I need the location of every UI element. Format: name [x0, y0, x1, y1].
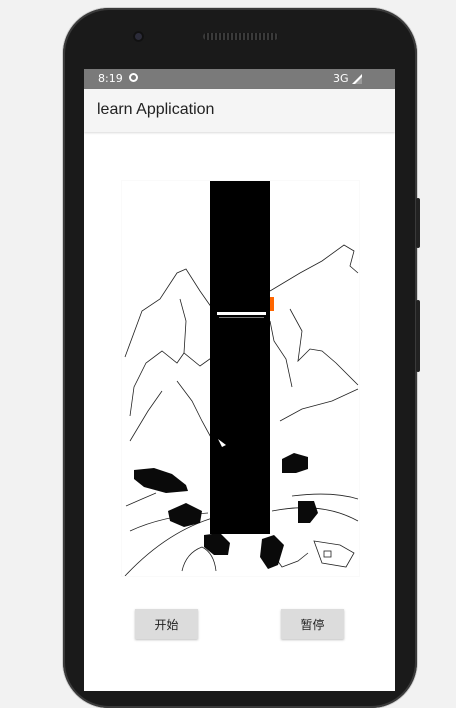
- rock: [298, 501, 318, 523]
- device-screen: 8:19 3G learn Application 开始 暂停: [84, 69, 395, 691]
- status-time: 8:19: [98, 72, 123, 85]
- app-notification-icon: [129, 73, 138, 82]
- mountain-outline: [124, 268, 215, 358]
- marker-indicator: [270, 297, 274, 311]
- mountain-outline: [179, 298, 187, 354]
- mountain-outline: [125, 492, 157, 507]
- network-type: 3G: [333, 72, 349, 85]
- ink-painting-scene: [124, 181, 359, 577]
- rock: [282, 453, 308, 473]
- rock: [260, 535, 284, 569]
- stone-ledge-shadow: [219, 317, 264, 318]
- mountain-outline: [269, 244, 359, 292]
- start-button[interactable]: 开始: [135, 609, 198, 639]
- game-canvas[interactable]: [121, 180, 360, 577]
- rock: [134, 468, 188, 493]
- mountain-outline: [289, 308, 359, 386]
- power-button: [416, 198, 420, 248]
- mountain-outline: [129, 390, 163, 442]
- front-camera: [133, 31, 144, 42]
- mountain-outline: [129, 350, 215, 417]
- small-box: [323, 550, 332, 558]
- pause-button[interactable]: 暂停: [281, 609, 344, 639]
- ground-curve: [313, 540, 355, 568]
- app-bar: learn Application: [84, 89, 395, 132]
- earpiece-speaker: [203, 33, 278, 40]
- ground-curve: [124, 516, 217, 577]
- tower-block: [210, 181, 270, 534]
- status-bar: 8:19 3G: [84, 69, 395, 89]
- rock: [168, 503, 202, 527]
- ground-curve: [291, 493, 359, 500]
- mountain-outline: [279, 388, 359, 422]
- mountain-outline: [176, 380, 215, 444]
- stone-ledge: [217, 312, 266, 315]
- app-title: learn Application: [97, 101, 215, 118]
- mountain-outline: [269, 320, 293, 388]
- signal-icon: [352, 74, 362, 84]
- volume-button: [416, 300, 420, 372]
